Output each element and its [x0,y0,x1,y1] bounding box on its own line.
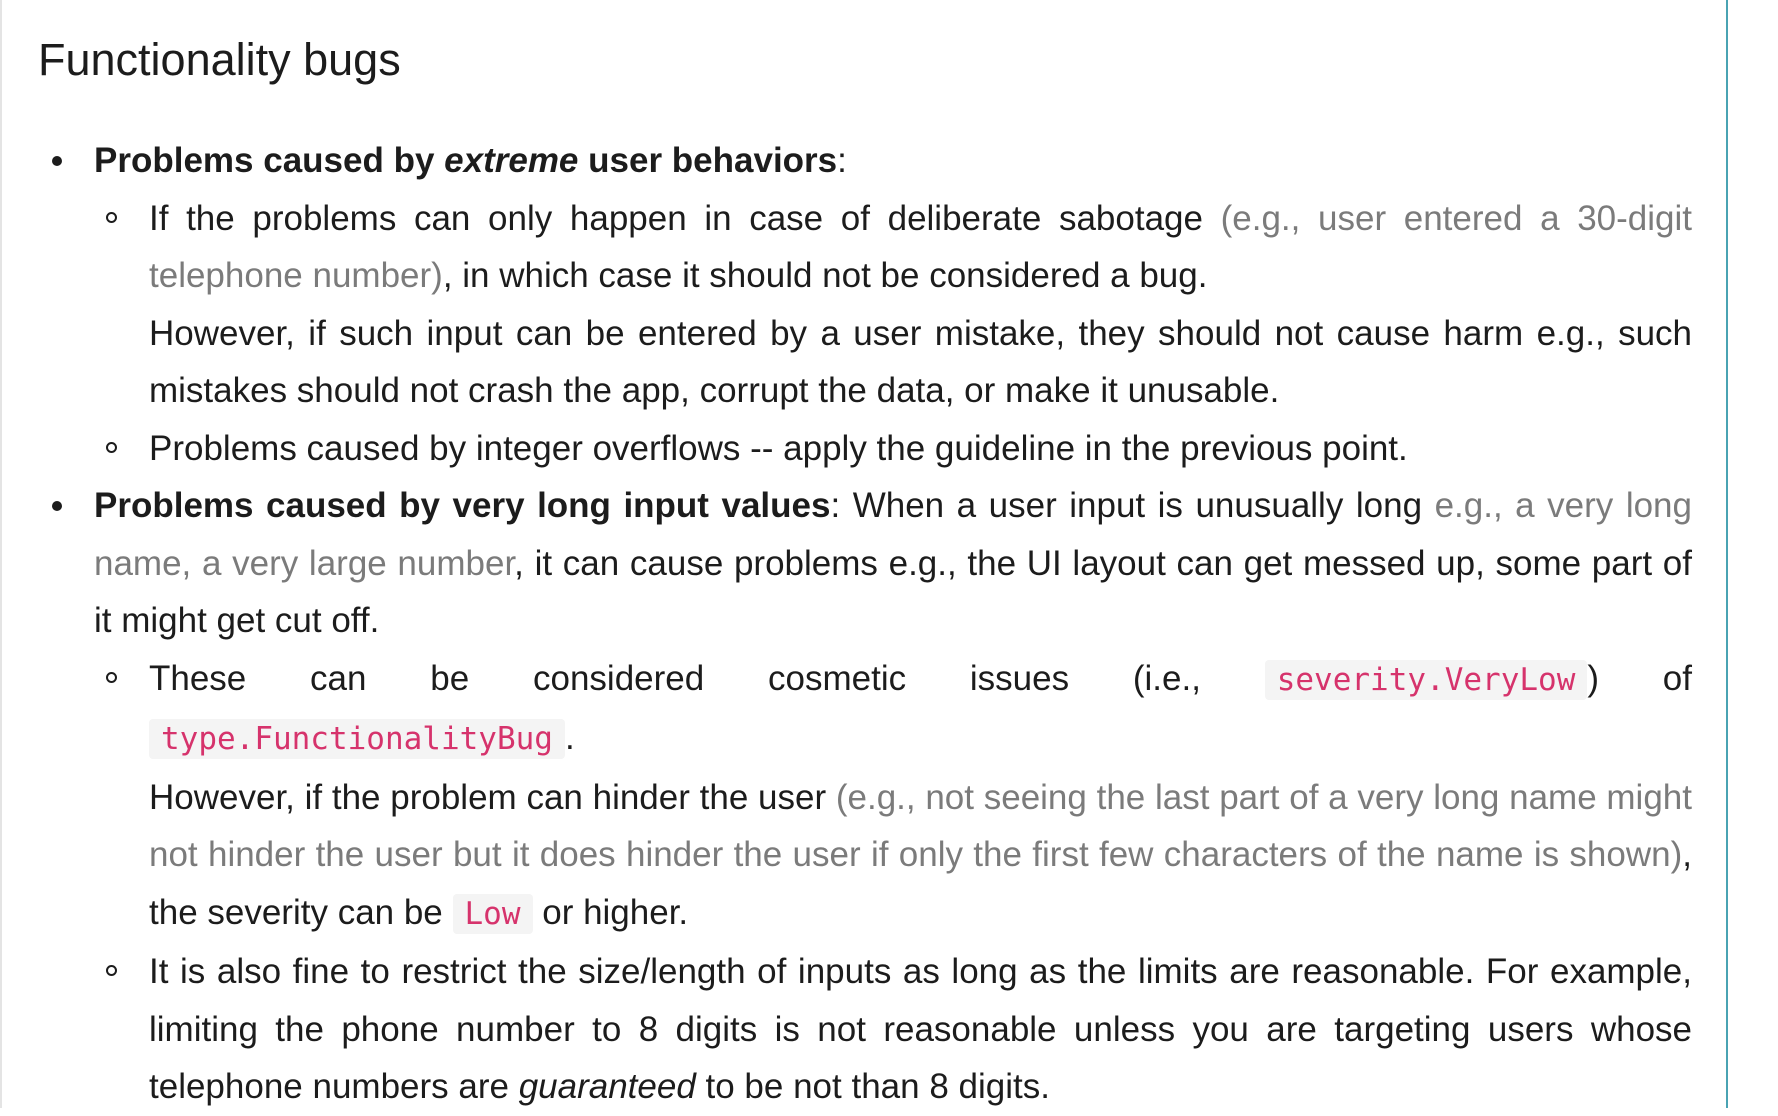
sub-item-text: or higher. [532,892,689,932]
sub-item-paragraph: These can be considered cosmetic issues … [149,650,1692,769]
sub-item-sabotage: If the problems can only happen in case … [94,190,1692,420]
bullet-list: Problems caused by extreme user behavior… [38,132,1692,1116]
document-content: Functionality bugs Problems caused by ex… [38,22,1692,1116]
sub-item-text: If the problems can only happen in case … [149,198,1221,238]
sub-item-text: , in which case it should not be conside… [442,256,1208,295]
sub-item-paragraph: However, if the problem can hinder the u… [149,769,1692,944]
code-severity-verylow: severity.VeryLow [1264,659,1588,700]
sub-item-text: Problems caused by integer overflows -- … [149,428,1408,468]
sub-list: These can be considered cosmetic issues … [94,650,1692,1116]
list-item-extreme-behaviors: Problems caused by extreme user behavior… [38,132,1692,477]
list-item-long-inputs: Problems caused by very long input value… [38,477,1692,1116]
sub-item-cosmetic-issues: These can be considered cosmetic issues … [94,650,1692,944]
item-lead: Problems caused by very long input value… [94,486,831,525]
code-type-functionalitybug: type.FunctionalityBug [149,719,565,759]
sub-item-paragraph: If the problems can only happen in case … [149,190,1692,305]
section-heading: Functionality bugs [38,34,401,85]
sub-item-restrict-inputs: It is also fine to restrict the size/len… [94,943,1692,1116]
sub-item-text: However, if the problem can hinder the u… [149,777,836,817]
item-text: : When a user input is unusually long [830,486,1435,525]
item-lead-emphasis: extreme [444,141,579,180]
page-left-border [0,0,2,1108]
sub-item-emphasis: guaranteed [518,1067,696,1106]
sub-item-text: ) of [1587,658,1692,698]
sub-item-paragraph: However, if such input can be entered by… [149,313,1692,411]
code-low: Low [452,893,533,934]
sub-item-text: to be not than 8 digits. [695,1067,1050,1106]
sub-list: If the problems can only happen in case … [94,190,1692,478]
item-lead-colon: : [837,141,847,180]
item-lead-part-a: Problems caused by [94,141,445,180]
sub-item-text: . [564,718,575,757]
page-right-border [1726,0,1728,1108]
sub-item-text: These can be considered cosmetic issues … [149,658,1265,698]
sub-item-integer-overflow: Problems caused by integer overflows -- … [94,420,1692,478]
item-lead-part-b: user behaviors [578,141,838,180]
